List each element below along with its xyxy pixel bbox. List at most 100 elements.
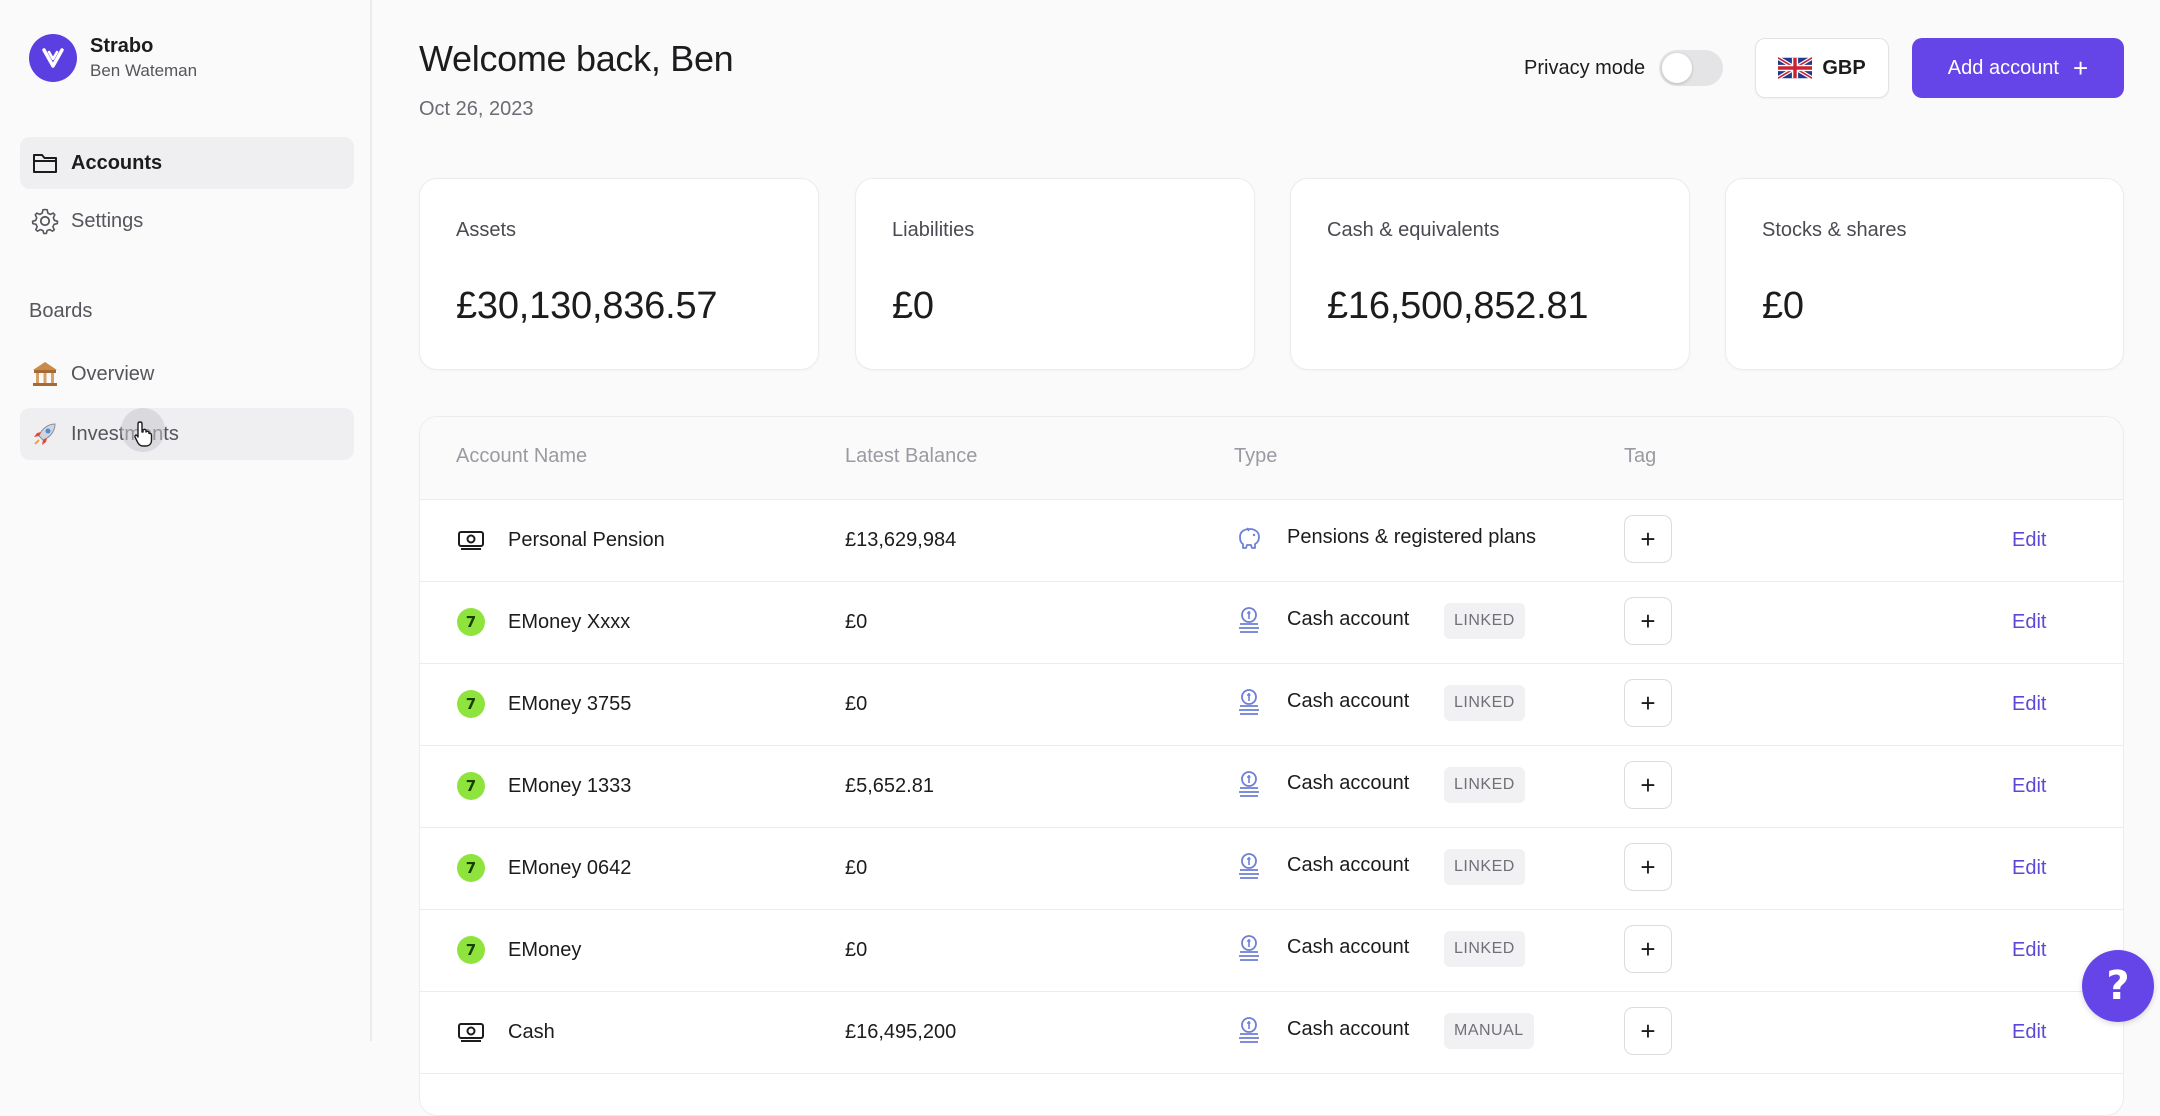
status-badge: LINKED (1444, 849, 1525, 885)
currency-code: GBP (1822, 56, 1866, 79)
sidebar-item-accounts[interactable]: Accounts (20, 137, 354, 189)
account-name: EMoney (508, 939, 582, 961)
toggle-knob (1662, 53, 1693, 83)
emoney-logo-icon: 7 (456, 935, 486, 965)
privacy-mode: Privacy mode (1524, 50, 1724, 86)
table-row[interactable]: 7 EMoney 3755 £0 Cash account LINKED + E… (420, 663, 2123, 746)
table-header: Account Name Latest Balance Type Tag (420, 417, 2123, 500)
stat-card-value: £16,500,852.81 (1327, 285, 1589, 327)
stat-card-assets: Assets £30,130,836.57 (419, 178, 819, 370)
stat-card-label: Stocks & shares (1762, 219, 1907, 241)
column-header-type: Type (1234, 445, 1278, 467)
account-name: EMoney 0642 (508, 857, 632, 879)
coin-stack-icon (1234, 933, 1264, 963)
account-type: Cash account (1287, 854, 1410, 876)
rocket-emoji-icon (30, 419, 60, 449)
add-tag-button[interactable]: + (1624, 597, 1672, 645)
stat-card-cash: Cash & equivalents £16,500,852.81 (1290, 178, 1690, 370)
help-button[interactable]: ? (2082, 950, 2154, 1022)
account-balance: £0 (845, 693, 868, 715)
sidebar-item-settings[interactable]: Settings (20, 195, 354, 247)
table-row[interactable]: 7 EMoney 0642 £0 Cash account LINKED + E… (420, 827, 2123, 910)
add-tag-button[interactable]: + (1624, 679, 1672, 727)
column-header-account-name: Account Name (456, 445, 588, 467)
bank-emoji-icon (30, 359, 60, 389)
add-account-label: Add account (1947, 56, 2059, 79)
status-badge: MANUAL (1444, 1013, 1534, 1049)
help-label: ? (2106, 963, 2130, 1009)
add-tag-button[interactable]: + (1624, 925, 1672, 973)
stat-card-label: Cash & equivalents (1327, 219, 1500, 241)
account-balance: £13,629,984 (845, 529, 957, 551)
emoney-logo-icon: 7 (456, 689, 486, 719)
banknote-icon (456, 1017, 486, 1047)
edit-link[interactable]: Edit (2012, 693, 2046, 716)
emoney-logo-icon: 7 (456, 853, 486, 883)
account-type: Cash account (1287, 608, 1410, 630)
account-name: Personal Pension (508, 529, 665, 551)
status-badge: LINKED (1444, 685, 1525, 721)
coin-stack-icon (1234, 851, 1264, 881)
gear-icon (30, 206, 60, 236)
coin-stack-icon (1234, 769, 1264, 799)
account-type: Cash account (1287, 772, 1410, 794)
account-type: Cash account (1287, 690, 1410, 712)
account-balance: £5,652.81 (845, 775, 934, 797)
account-name: EMoney 1333 (508, 775, 632, 797)
coin-stack-icon (1234, 605, 1264, 635)
privacy-mode-toggle[interactable] (1659, 50, 1724, 86)
edit-link[interactable]: Edit (2012, 857, 2046, 880)
add-tag-button[interactable]: + (1624, 515, 1672, 563)
add-tag-button[interactable]: + (1624, 1007, 1672, 1055)
stat-card-value: £0 (892, 285, 934, 327)
banknote-icon (456, 525, 486, 555)
stat-card-label: Liabilities (892, 219, 975, 241)
account-name: EMoney 3755 (508, 693, 632, 715)
plus-icon: + (2073, 53, 2089, 83)
add-tag-button[interactable]: + (1624, 761, 1672, 809)
account-balance: £0 (845, 857, 868, 879)
table-row[interactable]: Cash £16,495,200 Cash account MANUAL + E… (420, 991, 2123, 1074)
sidebar-item-overview[interactable]: Overview (20, 348, 354, 400)
uk-flag-icon (1778, 57, 1813, 79)
accounts-table: Account Name Latest Balance Type Tag Per… (419, 416, 2124, 1116)
emoney-logo-icon: 7 (456, 771, 486, 801)
status-badge: LINKED (1444, 767, 1525, 803)
account-name: EMoney Xxxx (508, 611, 631, 633)
status-badge: LINKED (1444, 603, 1525, 639)
account-type: Cash account (1287, 936, 1410, 958)
sidebar-item-label: Settings (71, 209, 144, 232)
edit-link[interactable]: Edit (2012, 529, 2046, 552)
page-date: Oct 26, 2023 (419, 98, 534, 120)
privacy-mode-label: Privacy mode (1524, 56, 1646, 79)
stat-card-stocks: Stocks & shares £0 (1725, 178, 2124, 370)
table-row[interactable]: 7 EMoney 1333 £5,652.81 Cash account LIN… (420, 745, 2123, 828)
brand[interactable]: Strabo Ben Wateman (29, 34, 197, 82)
folder-icon (30, 148, 60, 178)
account-type: Pensions & registered plans (1287, 526, 1537, 548)
stat-card-value: £0 (1762, 285, 1804, 327)
add-tag-button[interactable]: + (1624, 843, 1672, 891)
coin-stack-icon (1234, 687, 1264, 717)
sidebar-item-investments[interactable]: Investments (20, 408, 354, 460)
currency-selector[interactable]: GBP (1755, 38, 1889, 98)
brand-name: Strabo (90, 35, 154, 57)
sidebar: Strabo Ben Wateman Accounts Settings Boa… (0, 0, 372, 1041)
strabo-logo-icon (29, 34, 77, 82)
piggy-bank-icon (1234, 523, 1264, 553)
account-balance: £0 (845, 939, 868, 961)
edit-link[interactable]: Edit (2012, 775, 2046, 798)
add-account-button[interactable]: Add account + (1912, 38, 2124, 98)
hand-cursor-icon (134, 421, 153, 447)
table-row[interactable]: Personal Pension £13,629,984 Pensions & … (420, 499, 2123, 582)
edit-link[interactable]: Edit (2012, 611, 2046, 634)
stat-card-label: Assets (456, 219, 517, 241)
status-badge: LINKED (1444, 931, 1525, 967)
account-type: Cash account (1287, 1018, 1410, 1040)
stat-card-value: £30,130,836.57 (456, 285, 718, 327)
table-row[interactable]: 7 EMoney £0 Cash account LINKED + Edit (420, 909, 2123, 992)
account-balance: £0 (845, 611, 868, 633)
stat-card-liabilities: Liabilities £0 (855, 178, 1255, 370)
table-row[interactable]: 7 EMoney Xxxx £0 Cash account LINKED + E… (420, 581, 2123, 664)
edit-link[interactable]: Edit (2012, 939, 2046, 962)
